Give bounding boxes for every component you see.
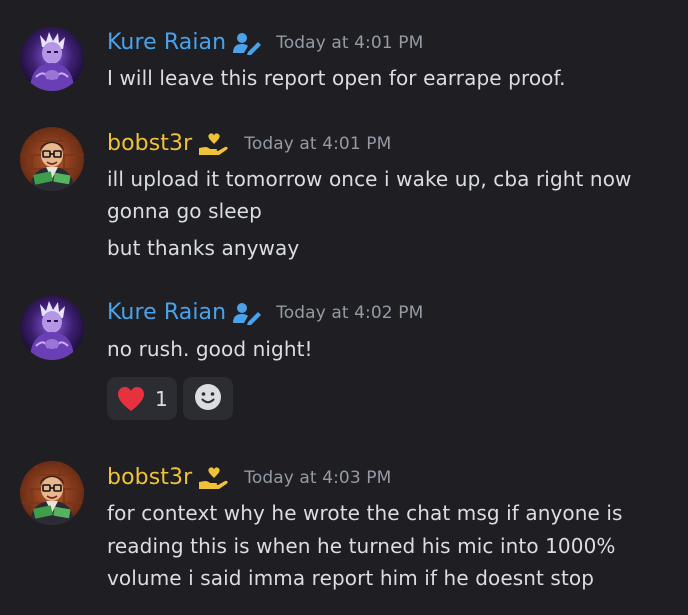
username[interactable]: bobst3r	[107, 465, 192, 490]
message-text: for context why he wrote the chat msg if…	[107, 501, 623, 525]
message-text: I will leave this report open for earrap…	[107, 66, 566, 90]
username[interactable]: Kure Raian	[107, 300, 226, 325]
add-reaction-button[interactable]	[183, 377, 233, 420]
hand-heart-icon[interactable]	[198, 466, 230, 490]
user-edit-icon[interactable]	[232, 301, 262, 325]
avatar[interactable]	[20, 296, 84, 360]
message-text: volume i said imma report him if he does…	[107, 566, 595, 590]
user-edit-icon[interactable]	[232, 31, 262, 55]
timestamp: Today at 4:01 PM	[276, 32, 424, 53]
heart-reaction-button[interactable]: 1	[107, 377, 177, 420]
message-header: Kure Raian Today at 4:01 PM	[107, 30, 423, 55]
timestamp: Today at 4:01 PM	[244, 133, 392, 154]
hand-heart-icon[interactable]	[198, 132, 230, 156]
message-text: ill upload it tomorrow once i wake up, c…	[107, 167, 632, 191]
message-text: but thanks anyway	[107, 236, 300, 260]
message-header: bobst3r Today at 4:03 PM	[107, 465, 391, 490]
timestamp: Today at 4:02 PM	[276, 302, 424, 323]
heart-icon	[117, 386, 145, 412]
username[interactable]: bobst3r	[107, 131, 192, 156]
message-text: reading this is when he turned his mic i…	[107, 534, 616, 558]
message-header: Kure Raian Today at 4:02 PM	[107, 300, 423, 325]
avatar[interactable]	[20, 127, 84, 191]
reaction-count: 1	[155, 386, 168, 411]
message-header: bobst3r Today at 4:01 PM	[107, 131, 391, 156]
smiley-icon	[193, 382, 223, 416]
avatar[interactable]	[20, 27, 84, 91]
username[interactable]: Kure Raian	[107, 30, 226, 55]
message-text: gonna go sleep	[107, 199, 262, 223]
avatar[interactable]	[20, 461, 84, 525]
timestamp: Today at 4:03 PM	[244, 467, 392, 488]
message-text: no rush. good night!	[107, 337, 313, 361]
